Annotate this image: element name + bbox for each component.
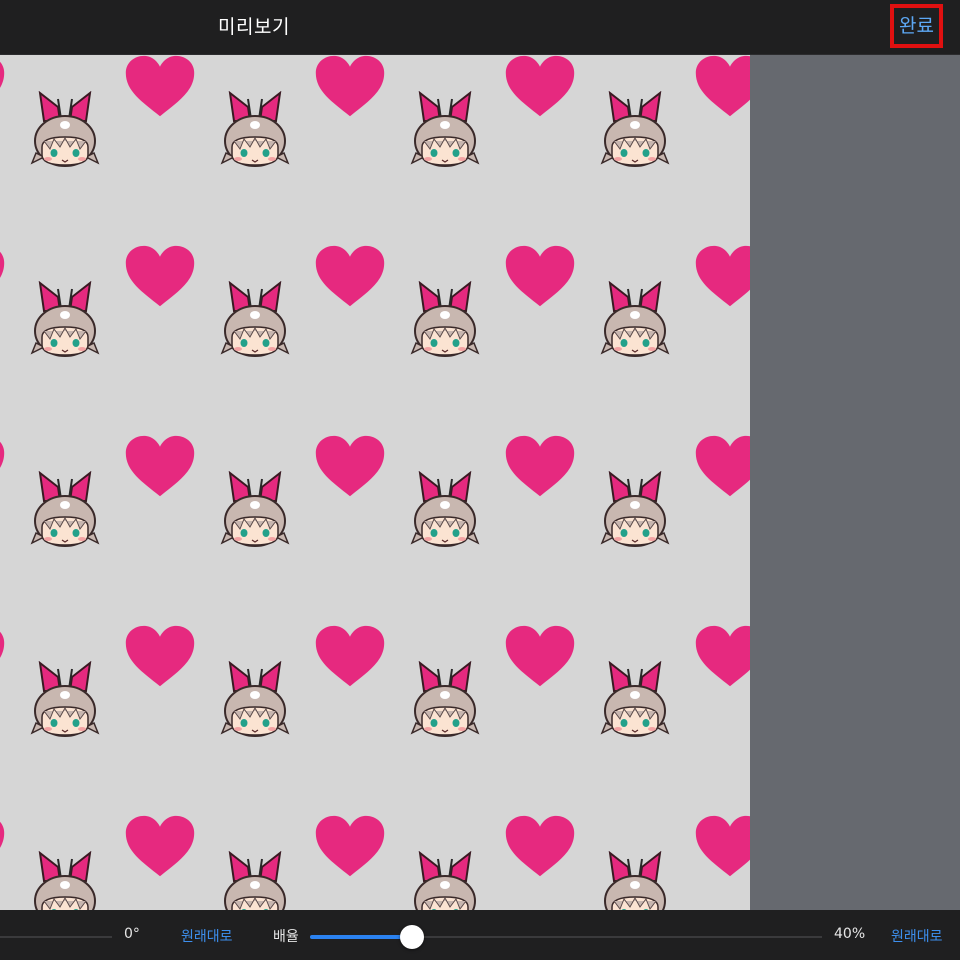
reset-rotation-button[interactable]: 원래대로 xyxy=(181,926,233,946)
canvas-side-panel xyxy=(750,55,960,910)
reset-scale-button[interactable]: 원래대로 xyxy=(891,926,943,946)
done-button[interactable]: 완료 xyxy=(890,4,943,48)
top-bar: 미리보기 완료 xyxy=(0,0,960,55)
page-title: 미리보기 xyxy=(218,16,290,38)
rotation-value: 0° xyxy=(124,926,140,942)
scale-value: 40% xyxy=(834,926,866,942)
heart-chibi-pattern xyxy=(0,55,750,910)
rotation-slider-track[interactable] xyxy=(0,936,112,938)
scale-slider-thumb[interactable] xyxy=(400,925,425,949)
pattern-preview-svg xyxy=(0,55,750,910)
scale-label: 배율 xyxy=(273,929,299,945)
scale-slider-fill xyxy=(310,935,413,939)
pattern-preview-canvas[interactable] xyxy=(0,55,750,910)
bottom-toolbar: 0° 원래대로 배율 40% 원래대로 xyxy=(0,910,960,960)
